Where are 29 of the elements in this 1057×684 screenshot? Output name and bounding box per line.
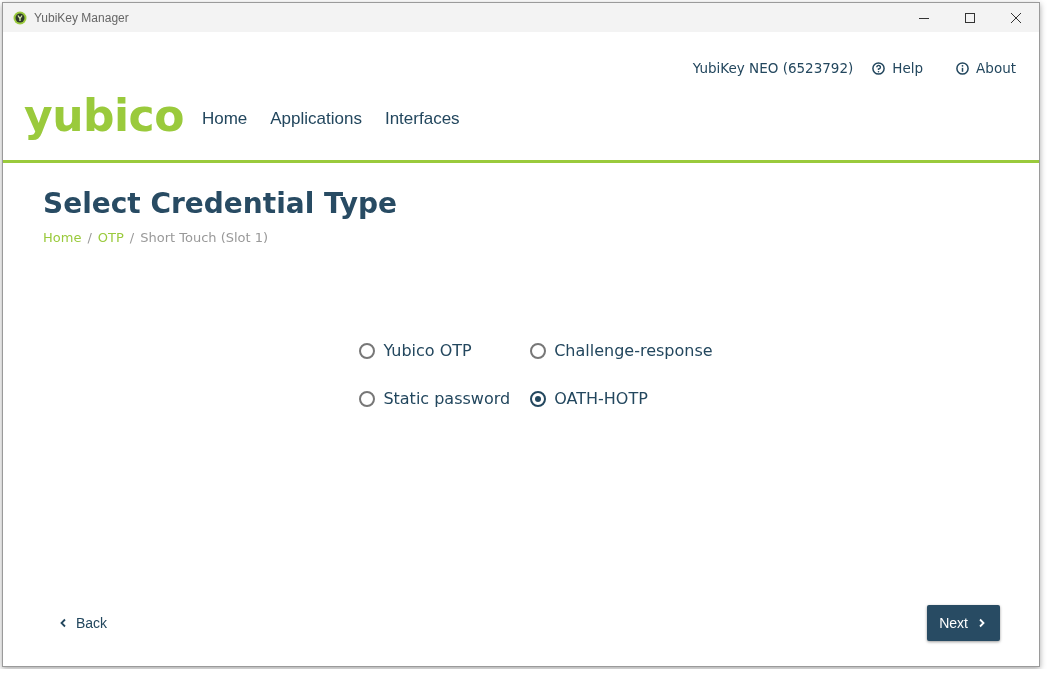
device-label: YubiKey NEO (6523792) <box>692 60 854 76</box>
breadcrumb-separator: / <box>87 230 92 245</box>
app-icon <box>13 10 27 25</box>
maximize-icon <box>965 12 975 23</box>
nav-link[interactable]: Interfaces <box>384 109 460 129</box>
radio-button[interactable] <box>359 390 376 407</box>
nav-link[interactable]: Home <box>201 109 248 129</box>
breadcrumb-current: Short Touch (Slot 1) <box>140 230 269 245</box>
logo: yubico <box>24 94 184 138</box>
header-link[interactable]: Help <box>870 60 926 76</box>
close-icon <box>1011 12 1021 23</box>
radio-option[interactable]: Static password <box>359 389 511 408</box>
info-icon <box>956 61 970 75</box>
back-button[interactable]: Back <box>53 611 114 635</box>
radio-button[interactable] <box>530 390 547 407</box>
page-title: Select Credential Type <box>43 187 399 220</box>
chevron-right-icon <box>978 618 986 628</box>
window-title: YubiKey Manager <box>34 10 129 25</box>
next-button[interactable]: Next <box>927 605 1000 641</box>
header-link[interactable]: About <box>954 60 1018 76</box>
radio-option[interactable]: OATH-HOTP <box>530 389 713 408</box>
radio-button[interactable] <box>530 342 547 359</box>
chevron-left-icon <box>59 618 67 628</box>
radio-option[interactable]: Challenge-response <box>530 341 713 360</box>
breadcrumb-separator: / <box>129 230 135 245</box>
radio-option[interactable]: Yubico OTP <box>359 341 511 360</box>
help-icon <box>872 61 886 75</box>
radio-button[interactable] <box>359 342 376 359</box>
nav-link[interactable]: Applications <box>270 109 362 129</box>
